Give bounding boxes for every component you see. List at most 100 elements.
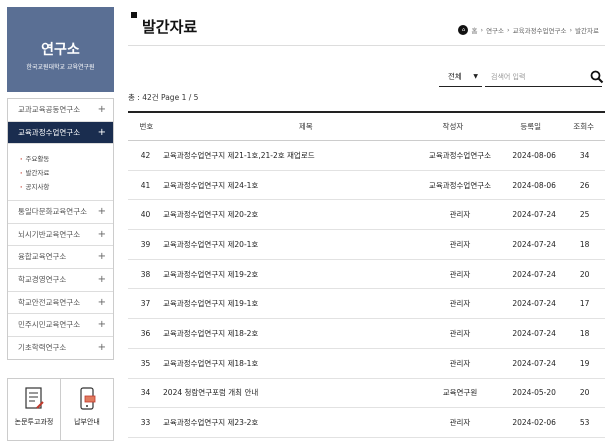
- row-title-link[interactable]: 교육과정수업연구지 제19-1호: [163, 298, 326, 309]
- table-row[interactable]: 42 교육과정수업연구지 제21-1호,21-2호 재업로드 교육과정수업연구소…: [128, 141, 605, 171]
- row-date: 2024-08-06: [512, 180, 556, 190]
- sidebar-item-label: 통일다문화교육연구소: [18, 207, 87, 217]
- sidebar-item-curriculum-joint[interactable]: 교과교육공동연구소 +: [8, 99, 113, 122]
- row-number: 36: [140, 328, 151, 338]
- row-author: 관리자: [449, 328, 471, 338]
- table-row[interactable]: 41 교육과정수업연구지 제24-1호 교육과정수업연구소 2024-08-06…: [128, 171, 605, 201]
- row-date: 2024-07-24: [512, 299, 556, 309]
- list-count: 총 : 42건 Page 1 / 5: [128, 93, 199, 102]
- row-title-link[interactable]: 교육과정수업연구지 제21-1호,21-2호 재업로드: [163, 150, 326, 161]
- publication-table: 번호 제목 작성자 등록일 조회수 42 교육과정수업연구지 제21-1호,21…: [128, 111, 605, 438]
- plus-icon[interactable]: +: [98, 246, 106, 268]
- search-icon[interactable]: [590, 70, 604, 84]
- row-title-link[interactable]: 교육과정수업연구지 제24-1호: [163, 180, 326, 191]
- brand-banner[interactable]: 연구소 한국교원대학교 교육연구원: [7, 7, 114, 92]
- sidebar-item-school-safety[interactable]: 학교안전교육연구소 +: [8, 292, 113, 315]
- breadcrumb-curriculum[interactable]: 교육과정수업연구소: [513, 25, 567, 35]
- sidebar-menu: 교과교육공동연구소 + 교육과정수업연구소 + 주요활동 발간자료 공지사항 통…: [7, 98, 114, 361]
- sidebar-item-label: 민주시민교육연구소: [18, 320, 81, 330]
- table-row[interactable]: 36 교육과정수업연구지 제18-2호 관리자 2024-07-24 18: [128, 319, 605, 349]
- row-views: 17: [579, 299, 590, 309]
- row-date: 2024-08-06: [512, 150, 556, 160]
- plus-icon[interactable]: +: [98, 337, 106, 359]
- plus-icon[interactable]: +: [98, 99, 106, 121]
- sidebar-item-convergence[interactable]: 융합교육연구소 +: [8, 246, 113, 269]
- sidebar-item-democratic-citizenship[interactable]: 민주시민교육연구소 +: [8, 314, 113, 337]
- row-author: 관리자: [449, 299, 471, 309]
- row-views: 34: [579, 150, 590, 160]
- row-title-link[interactable]: 교육과정수업연구지 제18-2호: [163, 328, 326, 339]
- row-title-link[interactable]: 교육과정수업연구지 제19-2호: [163, 269, 326, 280]
- sidebar-item-brain[interactable]: 뇌시기반교육연구소 +: [8, 224, 113, 247]
- sidebar-item-label: 학교경영연구소: [18, 274, 67, 284]
- breadcrumb-current: 발간자료: [575, 27, 599, 35]
- paper-submission-button[interactable]: 논문투고과정: [8, 379, 60, 440]
- row-number: 35: [140, 358, 151, 368]
- row-title-link[interactable]: 교육과정수업연구지 제23-2호: [163, 417, 326, 428]
- plus-icon[interactable]: +: [98, 224, 106, 246]
- row-views: 19: [579, 358, 590, 368]
- phone-payment-icon: [80, 387, 96, 410]
- row-date: 2024-07-24: [512, 328, 556, 338]
- sidebar: 연구소 한국교원대학교 교육연구원 교과교육공동연구소 + 교육과정수업연구소 …: [0, 0, 117, 441]
- row-number: 34: [140, 388, 151, 398]
- row-date: 2024-07-24: [512, 239, 556, 249]
- table-row[interactable]: 40 교육과정수업연구지 제20-2호 관리자 2024-07-24 25: [128, 200, 605, 231]
- header-title: 제목: [298, 122, 313, 131]
- row-date: 2024-02-06: [512, 418, 556, 428]
- row-title-link[interactable]: 교육과정수업연구지 제18-1호: [163, 358, 326, 369]
- paper-submission-label: 논문투고과정: [14, 418, 54, 426]
- row-number: 41: [140, 180, 151, 190]
- breadcrumb-institute[interactable]: 연구소: [486, 25, 504, 35]
- quick-links: 논문투고과정 납부안내: [7, 378, 114, 441]
- table-row[interactable]: 39 교육과정수업연구지 제20-1호 관리자 2024-07-24 18: [128, 230, 605, 260]
- header-date: 등록일: [520, 122, 542, 131]
- row-author: 관리자: [449, 418, 471, 428]
- row-title-link[interactable]: 교육과정수업연구지 제20-2호: [163, 209, 326, 220]
- row-views: 20: [579, 388, 590, 398]
- submenu-item-publications[interactable]: 발간자료: [20, 166, 113, 180]
- search-input[interactable]: [485, 67, 602, 87]
- sidebar-item-label: 뇌시기반교육연구소: [18, 229, 81, 239]
- table-row[interactable]: 35 교육과정수업연구지 제18-1호 관리자 2024-07-24 19: [128, 349, 605, 379]
- submenu-item-activities[interactable]: 주요활동: [20, 152, 113, 166]
- payment-guide-button[interactable]: 납부안내: [60, 379, 113, 440]
- plus-icon[interactable]: +: [98, 269, 106, 291]
- search-type-select[interactable]: 전체 ▼: [439, 67, 482, 87]
- breadcrumb: ⌂ 홈 › 연구소 › 교육과정수업연구소 › 발간자료: [458, 25, 599, 35]
- sidebar-item-school-management[interactable]: 학교경영연구소 +: [8, 269, 113, 292]
- title-divider: [128, 45, 605, 46]
- breadcrumb-home[interactable]: 홈: [471, 25, 477, 35]
- row-author: 관리자: [449, 269, 471, 279]
- row-views: 18: [579, 328, 590, 338]
- home-icon[interactable]: ⌂: [458, 25, 469, 35]
- table-row[interactable]: 33 교육과정수업연구지 제23-2호 관리자 2024-02-06 53: [128, 408, 605, 438]
- sidebar-item-curriculum-instruction[interactable]: 교육과정수업연구소 +: [8, 121, 113, 145]
- row-author: 교육과정수업연구소: [428, 150, 492, 160]
- sidebar-item-unification[interactable]: 통일다문화교육연구소 +: [8, 201, 113, 224]
- plus-icon[interactable]: +: [98, 292, 106, 314]
- row-views: 53: [579, 418, 590, 428]
- table-row[interactable]: 37 교육과정수업연구지 제19-1호 관리자 2024-07-24 17: [128, 289, 605, 320]
- sidebar-item-label: 교과교육공동연구소: [18, 105, 81, 114]
- sidebar-item-label: 학교안전교육연구소: [18, 297, 81, 307]
- row-views: 26: [579, 180, 590, 190]
- row-author: 교육연구원: [442, 388, 478, 398]
- row-number: 39: [140, 239, 151, 249]
- row-author: 교육과정수업연구소: [428, 180, 492, 190]
- row-title-link[interactable]: 2024 청람연구포럼 개최 안내: [163, 387, 326, 398]
- plus-icon[interactable]: +: [98, 314, 106, 336]
- row-author: 관리자: [449, 358, 471, 368]
- row-title-link[interactable]: 교육과정수업연구지 제20-1호: [163, 239, 326, 250]
- sidebar-item-basic-literacy[interactable]: 기초학력연구소 +: [8, 337, 113, 360]
- header-author: 작성자: [442, 122, 464, 131]
- row-date: 2024-07-24: [512, 358, 556, 368]
- plus-icon[interactable]: +: [98, 201, 106, 223]
- plus-icon[interactable]: +: [98, 122, 106, 144]
- submenu-item-notices[interactable]: 공지사항: [20, 180, 113, 194]
- table-row[interactable]: 34 2024 청람연구포럼 개최 안내 교육연구원 2024-05-20 20: [128, 379, 605, 409]
- page-title: 발간자료: [142, 18, 198, 36]
- table-header: 번호 제목 작성자 등록일 조회수: [128, 111, 605, 141]
- sidebar-item-label: 융합교육연구소: [18, 252, 67, 262]
- table-row[interactable]: 38 교육과정수업연구지 제19-2호 관리자 2024-07-24 20: [128, 260, 605, 290]
